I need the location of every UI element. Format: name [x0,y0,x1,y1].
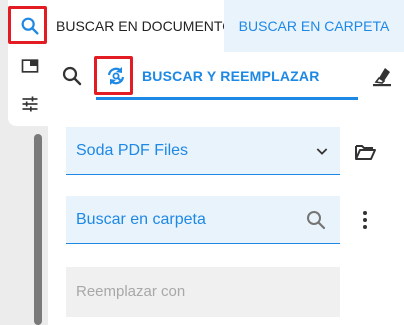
replace-placeholder: Reemplazar con [76,283,186,300]
search-icon [62,66,82,86]
search-panel: BUSCAR EN DOCUMENTO BUSCAR EN CARPETA BU… [48,0,404,325]
folder-select[interactable]: Soda PDF Files [66,127,340,175]
clear-button[interactable] [370,64,394,88]
search-icon [21,17,39,35]
search-replace-icon [107,67,125,85]
search-tabs: BUSCAR EN DOCUMENTO BUSCAR EN CARPETA [48,0,404,52]
active-tab-indicator [96,97,358,100]
folder-open-icon [355,145,376,160]
folder-search-input[interactable]: Buscar en carpeta [66,196,340,244]
rail-search-button[interactable] [12,10,48,42]
search-icon[interactable] [304,208,328,232]
rail-filter-button[interactable] [12,88,48,120]
browse-folder-button[interactable] [353,140,377,164]
side-rail [0,0,48,325]
search-replace-label[interactable]: BUSCAR Y REEMPLAZAR [142,68,320,84]
panel-icon [21,59,39,73]
search-replace-button[interactable] [104,64,128,88]
rail-panel-button[interactable] [12,50,48,82]
more-options-button[interactable] [353,208,377,232]
folder-select-value: Soda PDF Files [76,142,189,159]
tab-search-document[interactable]: BUSCAR EN DOCUMENTO [48,0,233,52]
sub-tab-bar: BUSCAR Y REEMPLAZAR [48,52,404,100]
scrollbar[interactable] [34,134,42,325]
replace-input[interactable]: Reemplazar con [66,267,340,317]
tab-search-folder[interactable]: BUSCAR EN CARPETA [224,0,404,52]
search-mode-button[interactable] [60,64,84,88]
filter-settings-icon [22,96,38,112]
more-vertical-icon [363,211,367,229]
chevron-down-icon [316,148,328,155]
folder-search-placeholder: Buscar en carpeta [76,211,206,228]
eraser-icon [373,68,391,87]
